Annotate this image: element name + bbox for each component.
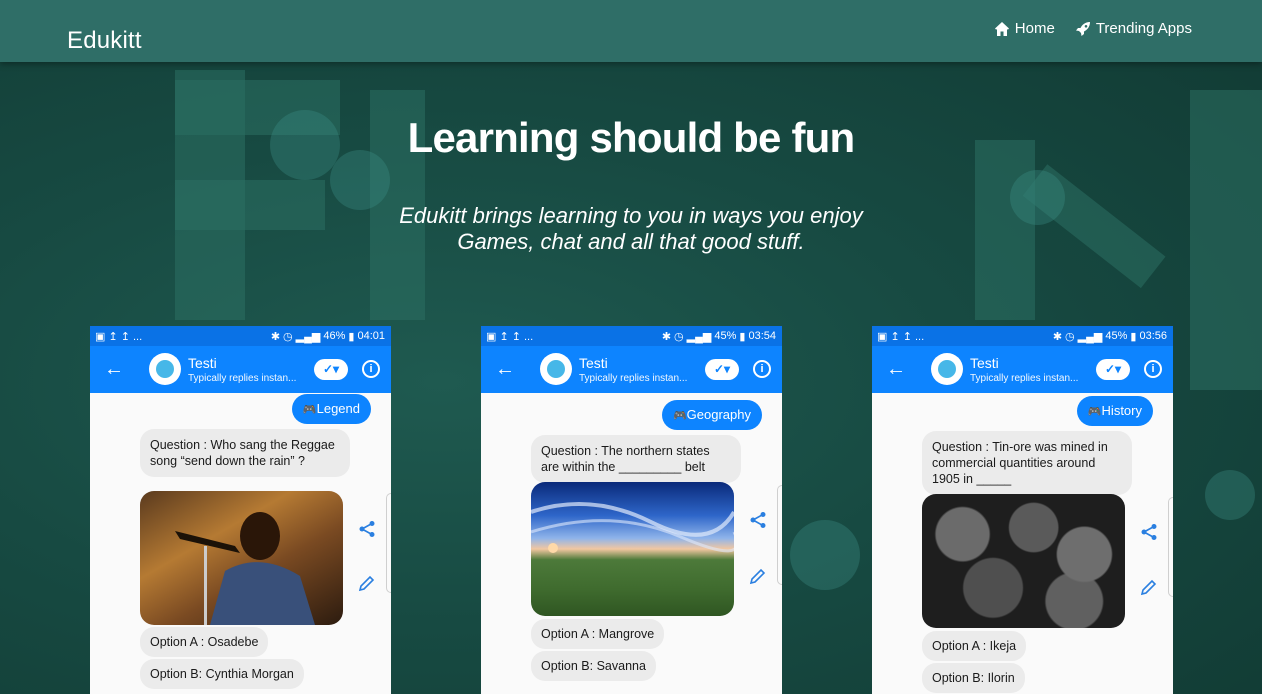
clock: 03:56 xyxy=(1139,330,1167,342)
status-bar: ▣ ↥ ↥ ... ✱ ◷ ▂▄▆ 45% ▮ 03:54 xyxy=(481,326,782,346)
share-icon[interactable] xyxy=(358,520,376,538)
bot-avatar xyxy=(931,353,963,385)
clock: 03:54 xyxy=(748,330,776,342)
battery-level: 46% xyxy=(323,330,346,342)
nav-links: Home Trending Apps xyxy=(994,20,1192,37)
nav-home-link[interactable]: Home xyxy=(994,20,1055,37)
bot-status: Typically replies instan... xyxy=(579,373,688,384)
back-arrow-icon[interactable]: ← xyxy=(495,358,515,381)
chat-body: 🎮Geography Question : The northern state… xyxy=(481,393,782,694)
status-bar: ▣ ↥ ↥ ... ✱ ◷ ▂▄▆ 46% ▮ 04:01 xyxy=(90,326,391,346)
question-image xyxy=(531,482,734,616)
gamepad-icon: 🎮 xyxy=(672,410,687,422)
alarm-icon: ◷ xyxy=(674,330,684,343)
edit-icon[interactable] xyxy=(1140,578,1158,596)
battery-level: 45% xyxy=(1105,330,1128,342)
gamepad-icon: 🎮 xyxy=(1087,406,1102,418)
status-right: ✱ ◷ ▂▄▆ 45% ▮ 03:54 xyxy=(662,330,776,343)
signal-icon: ▂▄▆ xyxy=(1077,330,1103,343)
question-bubble: Question : Who sang the Reggae song “sen… xyxy=(140,429,350,477)
phone-screenshot-geography: ▣ ↥ ↥ ... ✱ ◷ ▂▄▆ 45% ▮ 03:54 ← Testi Ty… xyxy=(481,326,782,694)
hero-subtitle: Edukitt brings learning to you in ways y… xyxy=(0,203,1262,255)
nav-trending-apps-label: Trending Apps xyxy=(1095,20,1192,37)
share-icon[interactable] xyxy=(749,511,767,529)
option-a-bubble[interactable]: Option A : Osadebe xyxy=(140,627,269,657)
question-image xyxy=(922,494,1125,628)
home-icon xyxy=(994,21,1009,36)
nav-home-label: Home xyxy=(1014,20,1055,37)
edit-icon[interactable] xyxy=(358,574,376,592)
bluetooth-icon: ✱ xyxy=(661,330,672,343)
bot-avatar xyxy=(540,353,572,385)
option-a-bubble[interactable]: Option A : Ikeja xyxy=(922,631,1027,661)
share-icon[interactable] xyxy=(1140,523,1158,541)
navbar: Edukitt Home Trending Apps xyxy=(0,0,1262,62)
bot-status: Typically replies instan... xyxy=(188,373,297,384)
chat-body: 🎮Legend Question : Who sang the Reggae s… xyxy=(90,393,391,694)
question-bubble: Question : Tin-ore was mined in commerci… xyxy=(922,431,1132,495)
alarm-icon: ◷ xyxy=(1065,330,1075,343)
info-icon[interactable]: i xyxy=(362,360,380,378)
chat-header: ← Testi Typically replies instan... ✓▾ i xyxy=(481,346,782,393)
hero-title: Learning should be fun xyxy=(407,114,856,161)
hero-subtitle-line-1: Edukitt brings learning to you in ways y… xyxy=(399,203,863,228)
question-image xyxy=(140,491,343,625)
chat-body: 🎮History Question : Tin-ore was mined in… xyxy=(872,393,1173,694)
category-label: Legend xyxy=(316,401,360,416)
signal-icon: ▂▄▆ xyxy=(686,330,712,343)
phone-screenshot-legend: ▣ ↥ ↥ ... ✱ ◷ ▂▄▆ 46% ▮ 04:01 ← Testi Ty… xyxy=(90,326,391,694)
status-left: ▣ ↥ ↥ ... xyxy=(95,330,143,343)
alarm-icon: ◷ xyxy=(283,330,293,343)
bluetooth-icon: ✱ xyxy=(1052,330,1063,343)
option-a-bubble[interactable]: Option A : Mangrove xyxy=(531,619,665,649)
option-b-bubble[interactable]: Option B: Savanna xyxy=(531,651,656,681)
brand-logo[interactable]: Edukitt xyxy=(67,27,142,55)
bluetooth-icon: ✱ xyxy=(270,330,281,343)
edit-icon[interactable] xyxy=(749,567,767,585)
battery-icon: ▮ xyxy=(739,330,746,343)
chat-header: ← Testi Typically replies instan... ✓▾ i xyxy=(872,346,1173,393)
info-icon[interactable]: i xyxy=(1144,360,1162,378)
battery-icon: ▮ xyxy=(348,330,355,343)
phone-screenshot-history: ▣ ↥ ↥ ... ✱ ◷ ▂▄▆ 45% ▮ 03:56 ← Testi Ty… xyxy=(872,326,1173,694)
category-pill[interactable]: 🎮Legend xyxy=(291,394,371,424)
signal-icon: ▂▄▆ xyxy=(295,330,321,343)
bot-avatar xyxy=(149,353,181,385)
chat-header: ← Testi Typically replies instan... ✓▾ i xyxy=(90,346,391,393)
side-divider xyxy=(777,485,782,585)
bot-name: Testi xyxy=(579,355,608,371)
bot-status: Typically replies instan... xyxy=(970,373,1079,384)
status-right: ✱ ◷ ▂▄▆ 45% ▮ 03:56 xyxy=(1053,330,1167,343)
check-dropdown-button[interactable]: ✓▾ xyxy=(1096,359,1130,380)
category-pill[interactable]: 🎮Geography xyxy=(661,400,762,430)
battery-icon: ▮ xyxy=(1130,330,1137,343)
side-divider xyxy=(1168,497,1173,597)
gamepad-icon: 🎮 xyxy=(302,404,317,416)
hero-subtitle-line-2: Games, chat and all that good stuff. xyxy=(457,229,805,254)
question-bubble: Question : The northern states are withi… xyxy=(531,435,741,483)
status-bar: ▣ ↥ ↥ ... ✱ ◷ ▂▄▆ 45% ▮ 03:56 xyxy=(872,326,1173,346)
option-b-bubble[interactable]: Option B: Ilorin xyxy=(922,663,1025,693)
check-dropdown-button[interactable]: ✓▾ xyxy=(314,359,348,380)
category-pill[interactable]: 🎮History xyxy=(1076,396,1153,426)
rocket-icon xyxy=(1075,21,1090,36)
bot-name: Testi xyxy=(970,355,999,371)
back-arrow-icon[interactable]: ← xyxy=(104,358,124,381)
check-dropdown-button[interactable]: ✓▾ xyxy=(705,359,739,380)
category-label: Geography xyxy=(686,407,751,422)
info-icon[interactable]: i xyxy=(753,360,771,378)
status-left: ▣ ↥ ↥ ... xyxy=(486,330,534,343)
nav-trending-apps-link[interactable]: Trending Apps xyxy=(1075,20,1192,37)
clock: 04:01 xyxy=(357,330,385,342)
side-divider xyxy=(386,493,391,593)
category-label: History xyxy=(1101,403,1142,418)
battery-level: 45% xyxy=(714,330,737,342)
back-arrow-icon[interactable]: ← xyxy=(886,358,906,381)
status-left: ▣ ↥ ↥ ... xyxy=(877,330,925,343)
status-right: ✱ ◷ ▂▄▆ 46% ▮ 04:01 xyxy=(271,330,385,343)
bot-name: Testi xyxy=(188,355,217,371)
option-b-bubble[interactable]: Option B: Cynthia Morgan xyxy=(140,659,304,689)
